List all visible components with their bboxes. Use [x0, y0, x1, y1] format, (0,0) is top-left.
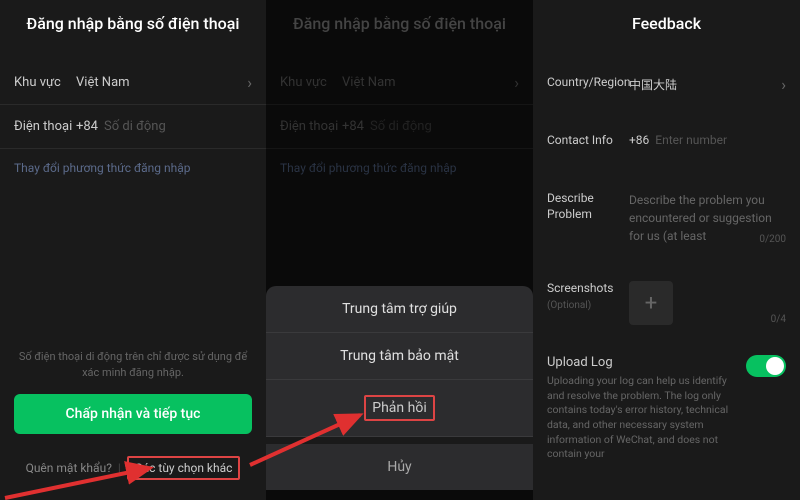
login-title: Đăng nhập bằng số điện thoại: [0, 0, 266, 43]
contact-input[interactable]: Enter number: [655, 133, 727, 147]
other-options-button[interactable]: Các tùy chọn khác: [127, 456, 241, 480]
phone-row[interactable]: Điện thoại +84 Số di động: [0, 105, 266, 149]
describe-problem-row[interactable]: Describe Problem Describe the problem yo…: [533, 183, 800, 253]
upload-log-description: Uploading your log can help us identify …: [547, 374, 736, 462]
verification-hint: Số điện thoại di động trên chỉ được sử d…: [14, 349, 252, 380]
chevron-right-icon: ›: [514, 73, 519, 92]
action-sheet: Trung tâm trợ giúp Trung tâm bảo mật Phả…: [266, 286, 533, 490]
phone-input[interactable]: Số di động: [104, 119, 166, 134]
contact-info-row[interactable]: Contact Info +86 Enter number: [533, 125, 800, 169]
login-title-dim: Đăng nhập bằng số điện thoại: [266, 0, 533, 43]
describe-textarea[interactable]: Describe the problem you encountered or …: [629, 193, 772, 243]
region-label: Khu vực: [14, 75, 76, 90]
region-label-dim: Khu vực: [280, 75, 342, 90]
contact-prefix: +86: [629, 133, 649, 147]
login-screen-panel: Đăng nhập bằng số điện thoại Khu vực Việ…: [0, 0, 266, 500]
divider: |: [118, 461, 121, 475]
security-center-option[interactable]: Trung tâm bảo mật: [266, 333, 533, 380]
feedback-title: Feedback: [533, 0, 800, 43]
country-region-row[interactable]: Country/Region 中国大陆 ›: [533, 67, 800, 111]
help-center-option[interactable]: Trung tâm trợ giúp: [266, 286, 533, 333]
region-row[interactable]: Khu vực Việt Nam ›: [0, 61, 266, 105]
contact-info-label: Contact Info: [547, 133, 619, 149]
cancel-option[interactable]: Hủy: [266, 444, 533, 490]
phone-row-dim: Điện thoại +84 Số di động: [266, 105, 533, 149]
region-value: Việt Nam: [76, 75, 247, 90]
country-region-label: Country/Region: [547, 75, 619, 91]
phone-prefix: +84: [76, 119, 98, 134]
accept-continue-button[interactable]: Chấp nhận và tiếp tục: [14, 394, 252, 434]
chevron-right-icon: ›: [781, 75, 786, 94]
screenshot-counter: 0/4: [771, 314, 786, 325]
screenshots-row: Screenshots (Optional) + 0/4: [533, 273, 800, 333]
screenshots-label: Screenshots (Optional): [547, 281, 619, 312]
add-screenshot-button[interactable]: +: [629, 281, 673, 325]
feedback-highlighted: Phản hồi: [364, 395, 434, 421]
phone-prefix-dim: +84: [342, 119, 364, 134]
change-login-method-dim: Thay đổi phương thức đăng nhập: [266, 149, 471, 187]
char-counter: 0/200: [759, 232, 786, 247]
phone-label: Điện thoại: [14, 119, 76, 134]
describe-label: Describe Problem: [547, 191, 619, 222]
upload-log-label: Upload Log: [547, 355, 736, 370]
feedback-option[interactable]: Phản hồi: [266, 380, 533, 437]
change-login-method-link[interactable]: Thay đổi phương thức đăng nhập: [0, 149, 205, 187]
forgot-password-link[interactable]: Quên mật khẩu?: [26, 461, 112, 475]
feedback-panel: Feedback Country/Region 中国大陆 › Contact I…: [533, 0, 800, 500]
login-screen-dimmed-panel: Đăng nhập bằng số điện thoại Khu vực Việ…: [266, 0, 533, 500]
chevron-right-icon: ›: [247, 73, 252, 92]
phone-placeholder-dim: Số di động: [370, 119, 432, 134]
phone-label-dim: Điện thoại: [280, 119, 342, 134]
upload-log-toggle[interactable]: [746, 355, 786, 377]
plus-icon: +: [645, 291, 657, 316]
country-region-value: 中国大陆: [629, 76, 677, 93]
upload-log-row: Upload Log Uploading your log can help u…: [533, 347, 800, 470]
region-value-dim: Việt Nam: [342, 75, 514, 90]
region-row-dim: Khu vực Việt Nam ›: [266, 61, 533, 105]
optional-label: (Optional): [547, 300, 591, 311]
